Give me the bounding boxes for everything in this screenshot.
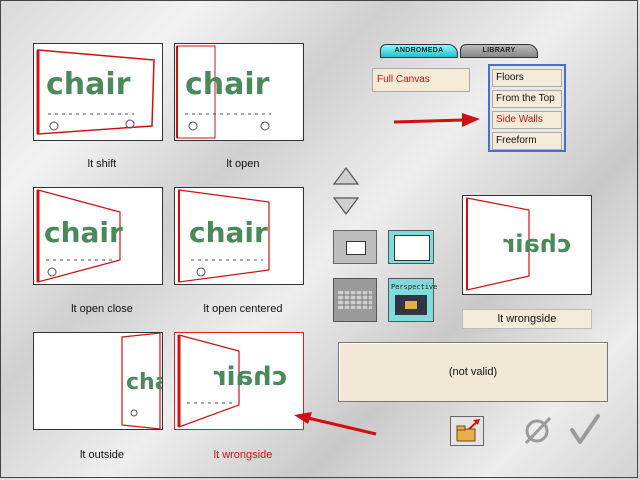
thumbnail-caption: lt open centered [203,303,283,315]
perspective-button[interactable]: Perspective [388,278,438,322]
thumbnail-image: chair [178,189,270,283]
svg-text:chair: chair [185,67,270,102]
tab-andromeda[interactable]: ANDROMEDA [380,44,458,58]
texture-grid-icon [338,291,372,309]
thumbnail-image: chair [36,189,123,283]
frame-border-icon [394,235,430,261]
preview-image: chair [462,195,592,295]
texture-button[interactable] [333,278,377,322]
open-folder-button[interactable] [450,416,484,446]
pointer-arrow-icon [393,113,480,127]
thumbnail-caption-selected: lt wrongside [213,449,273,461]
perspective-label: Perspective [391,283,438,291]
pointer-arrow-icon [294,412,377,436]
thumbnail-lt-wrongside[interactable]: chair [174,332,304,430]
arrow-down-icon[interactable] [332,194,360,216]
thumbnail-caption: lt open close [71,303,133,315]
thumbnail-caption: lt outside [79,449,125,461]
svg-text:chair: chair [214,362,287,392]
canvas-mode-field[interactable]: Full Canvas [372,68,470,92]
thumbnail-lt-outside[interactable]: chair [33,332,163,430]
frame-border-button[interactable] [388,230,434,264]
svg-text:chair: chair [46,67,131,102]
thumbnail-lt-open[interactable]: chair [174,43,304,141]
thumbnail-caption: lt shift [87,158,117,170]
thumbnail-lt-open-centered[interactable]: chair [174,187,304,285]
arrow-up-icon[interactable] [332,166,360,188]
svg-text:chair: chair [503,230,571,258]
preview-image-graphic: chair [466,197,571,291]
menu-item-side-walls[interactable]: Side Walls [492,111,562,129]
svg-text:chair: chair [126,370,162,395]
thumbnail-lt-open-close[interactable]: chair [33,187,163,285]
menu-item-from-the-top[interactable]: From the Top [492,90,562,108]
svg-text:chair: chair [44,216,123,249]
projection-menu: Floors From the Top Side Walls Freeform [488,64,566,152]
thumbnail-caption: lt open [226,158,260,170]
perspective-scene-icon [395,295,427,315]
thumbnail-image: chair [121,333,162,429]
preview-label: lt wrongside [462,309,592,329]
thumbnail-image: chair [176,45,271,139]
thumbnail-image: chair [36,49,155,135]
frame-style-button[interactable] [333,230,377,264]
frame-style-icon [346,241,366,255]
thumbnail-lt-shift[interactable]: chair [33,43,163,141]
perspective-scene-highlight [405,301,417,309]
checkmark-icon[interactable] [568,412,602,446]
cancel-icon[interactable] [520,414,556,446]
menu-item-floors[interactable]: Floors [492,69,562,87]
thumbnail-image: chair [177,334,287,428]
menu-item-freeform[interactable]: Freeform [492,132,562,150]
tab-library[interactable]: LIBRARY [460,44,538,58]
status-panel: (not valid) [338,342,608,402]
folder-open-icon [456,419,480,442]
svg-text:chair: chair [189,216,268,249]
